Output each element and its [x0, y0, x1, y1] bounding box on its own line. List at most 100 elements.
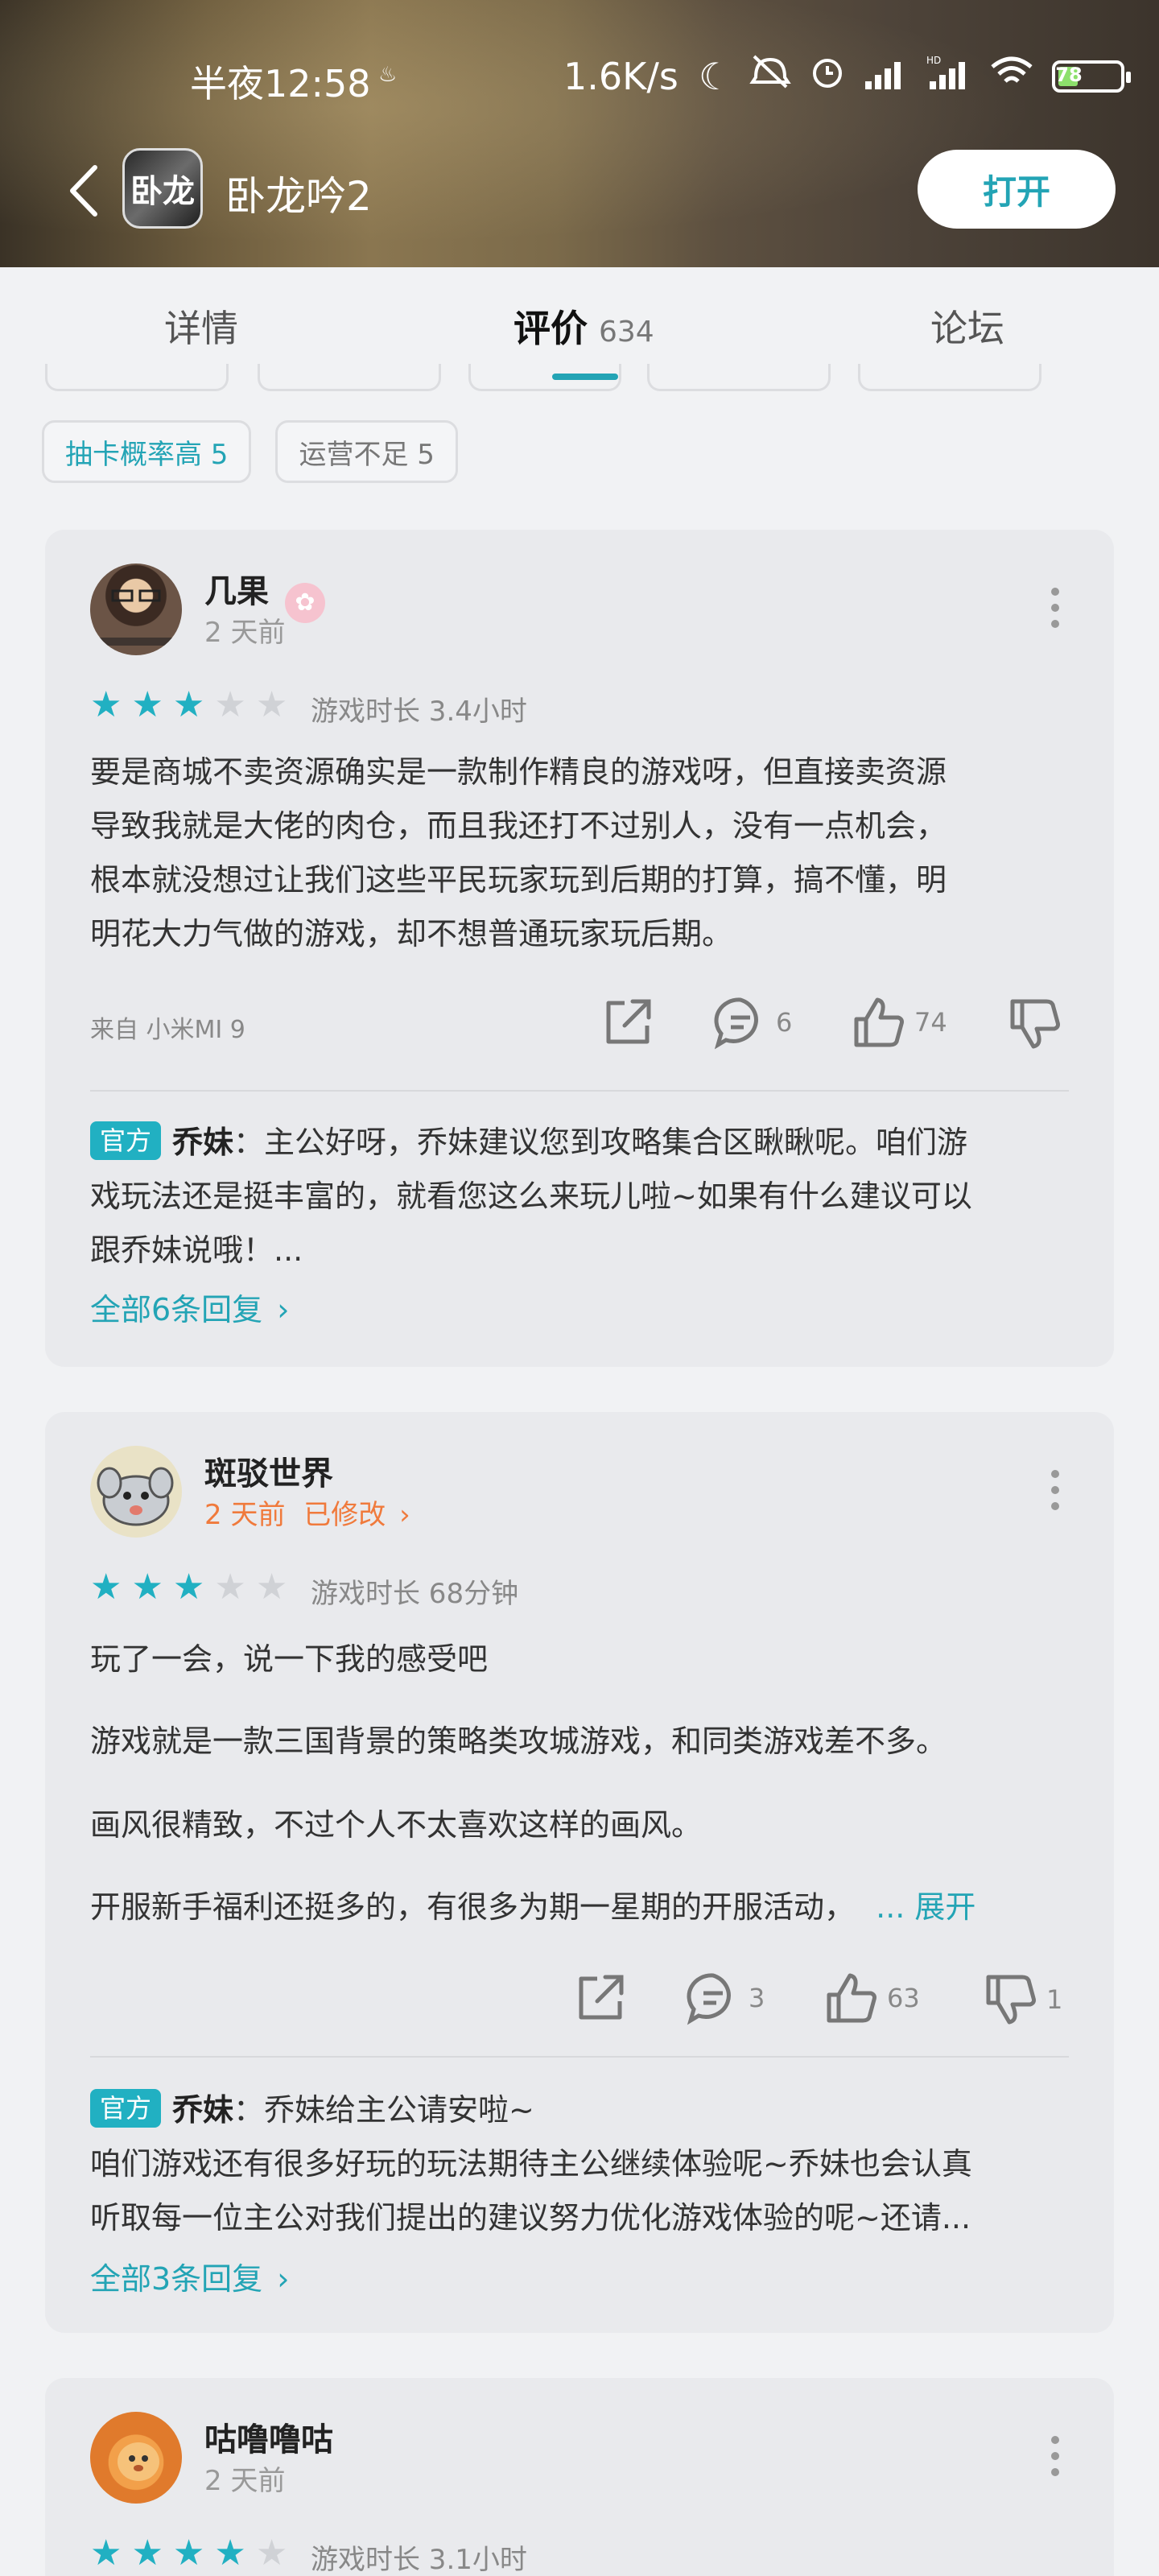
- moon-icon: ☾: [699, 54, 732, 98]
- all-replies-link[interactable]: 全部3条回复 ›: [90, 2254, 289, 2298]
- star-icon: ★: [90, 2533, 122, 2574]
- reply-author: 乔妹: [172, 1125, 234, 1160]
- status-icons: ☾ HD 78: [699, 53, 1132, 99]
- net-speed: 1.6K/s: [563, 55, 678, 98]
- play-time: 游戏时长 3.1小时: [311, 2544, 527, 2576]
- review-card: 咕噜噜咕 2 天前 ★ ★ ★ ★ ★ 游戏时长 3.1小时: [45, 2378, 1114, 2576]
- notification-icon: ♨: [378, 63, 398, 87]
- user-badge-icon: ✿: [284, 583, 325, 623]
- review-count: 634: [599, 316, 654, 349]
- star-icon: ★: [90, 684, 122, 725]
- review-time: 2 天前: [204, 617, 286, 649]
- official-tag: 官方: [90, 1121, 162, 1160]
- like-count: 74: [914, 1007, 947, 1038]
- divider: [90, 2056, 1069, 2058]
- svg-text:HD: HD: [926, 55, 941, 66]
- app-header: 半夜12:58 ♨ 1.6K/s ☾ HD 78 卧龙 卧龙吟2 打开: [0, 0, 1159, 267]
- star-icon: ★: [214, 1567, 246, 1608]
- avatar[interactable]: [90, 1446, 182, 1538]
- star-icon: ★: [131, 2533, 163, 2574]
- review-card: 斑驳世界 2 天前 已修改 › ★ ★ ★ ★ ★ 游戏时长 68分钟 玩了一会，说一下…: [45, 1412, 1114, 2333]
- comment-button[interactable]: 6: [713, 995, 792, 1050]
- star-icon: ★: [255, 684, 288, 725]
- tag-filters: 抽卡概率高 5 运营不足 5: [42, 420, 458, 483]
- star-icon: ★: [172, 2533, 205, 2574]
- filter-chip-operation[interactable]: 运营不足 5: [275, 420, 458, 483]
- official-tag: 官方: [90, 2089, 162, 2128]
- username[interactable]: 斑驳世界: [204, 1447, 333, 1494]
- username[interactable]: 咕噜噜咕: [204, 2413, 333, 2460]
- review-time-edited[interactable]: 2 天前 已修改 ›: [204, 1492, 410, 1532]
- battery-icon: 78: [1052, 60, 1132, 93]
- chevron-left-icon: [70, 165, 97, 217]
- divider: [90, 1090, 1069, 1092]
- alarm-icon: [809, 53, 846, 99]
- reply-author: 乔妹: [172, 2092, 234, 2128]
- share-button[interactable]: [600, 995, 655, 1050]
- review-paragraph: 开服新手福利还挺多的，有很多为期一星期的开服活动， ... 展开: [90, 1889, 976, 1925]
- tab-forum[interactable]: 论坛: [930, 299, 1004, 353]
- play-time: 游戏时长 3.4小时: [311, 696, 527, 728]
- comment-icon: [687, 1973, 731, 2025]
- chevron-right-icon: ›: [277, 2261, 290, 2297]
- star-rating: ★ ★ ★ ★ ★: [90, 1570, 287, 1605]
- nav-row: 卧龙 卧龙吟2 打开: [0, 145, 1159, 242]
- status-time: 半夜12:58: [190, 62, 371, 105]
- dislike-count: 1: [1046, 1984, 1063, 2015]
- like-button[interactable]: 63: [824, 1971, 920, 2025]
- more-options-icon[interactable]: [1051, 588, 1059, 628]
- thumbs-down-icon: [1010, 999, 1060, 1049]
- star-icon: ★: [131, 684, 163, 725]
- signal-icon: [864, 55, 909, 98]
- play-time: 游戏时长 68分钟: [311, 1578, 519, 1610]
- star-icon: ★: [172, 1567, 205, 1608]
- app-icon: 卧龙: [122, 148, 203, 229]
- review-time: 2 天前: [204, 2465, 286, 2497]
- thumbs-down-icon: [986, 1975, 1036, 2025]
- star-rating: ★ ★ ★ ★ ★: [90, 2536, 287, 2571]
- star-icon: ★: [131, 1567, 163, 1608]
- share-button[interactable]: [573, 1971, 628, 2025]
- review-paragraph: 玩了一会，说一下我的感受吧: [90, 1641, 489, 1677]
- like-button[interactable]: 74: [852, 995, 947, 1050]
- share-icon: [606, 999, 651, 1044]
- chevron-right-icon: ›: [277, 1292, 290, 1327]
- signal-hd-icon: HD: [926, 54, 971, 98]
- star-icon: ★: [255, 2533, 288, 2574]
- status-bar: 半夜12:58 ♨ 1.6K/s ☾ HD 78: [0, 48, 1159, 105]
- star-icon: ★: [172, 684, 205, 725]
- chevron-right-icon: ›: [399, 1499, 410, 1531]
- star-icon: ★: [214, 684, 246, 725]
- comment-icon: [714, 997, 758, 1050]
- review-card: 几果 ✿ 2 天前 ★ ★ ★ ★ ★ 游戏时长 3.4小时 要是商城不卖资源确实是一款…: [45, 530, 1114, 1367]
- comment-button[interactable]: 3: [686, 1971, 765, 2025]
- tab-details[interactable]: 详情: [164, 299, 238, 353]
- star-icon: ★: [90, 1567, 122, 1608]
- expand-link[interactable]: ... 展开: [876, 1889, 975, 1925]
- all-replies-link[interactable]: 全部6条回复 ›: [90, 1285, 289, 1329]
- open-button[interactable]: 打开: [918, 150, 1116, 229]
- like-count: 63: [887, 1983, 920, 2013]
- star-icon: ★: [255, 1567, 288, 1608]
- dislike-button[interactable]: [1008, 997, 1062, 1051]
- review-paragraph: 画风很精致，不过个人不太喜欢这样的画风。: [90, 1807, 703, 1843]
- filter-chip-gacha-rate[interactable]: 抽卡概率高 5: [42, 420, 252, 483]
- wifi-icon: [989, 54, 1034, 98]
- comment-count: 6: [776, 1007, 793, 1038]
- official-reply[interactable]: 官方 乔妹：乔妹给主公请安啦~ 咱们游戏还有很多好玩的玩法期待主公继续体验呢~乔妹…: [90, 2083, 1080, 2245]
- thumbs-up-icon: [827, 1973, 876, 2023]
- back-button[interactable]: [64, 163, 105, 219]
- star-icon: ★: [214, 2533, 246, 2574]
- avatar[interactable]: [90, 2412, 182, 2504]
- dislike-button[interactable]: 1: [984, 1972, 1062, 2027]
- more-options-icon[interactable]: [1051, 2436, 1059, 2476]
- avatar[interactable]: [90, 564, 182, 655]
- mute-icon: [749, 53, 791, 99]
- official-reply[interactable]: 官方 乔妹：主公好呀，乔妹建议您到攻略集合区瞅瞅呢。咱们游 戏玩法还是挺丰富的，就…: [90, 1116, 1080, 1278]
- share-icon: [579, 1975, 624, 2020]
- comment-count: 3: [749, 1983, 765, 2013]
- more-options-icon[interactable]: [1051, 1470, 1059, 1510]
- review-paragraph: 游戏就是一款三国背景的策略类攻城游戏，和同类游戏差不多。: [90, 1724, 947, 1759]
- star-rating: ★ ★ ★ ★ ★: [90, 687, 287, 723]
- tab-reviews[interactable]: 评价 634: [514, 299, 654, 353]
